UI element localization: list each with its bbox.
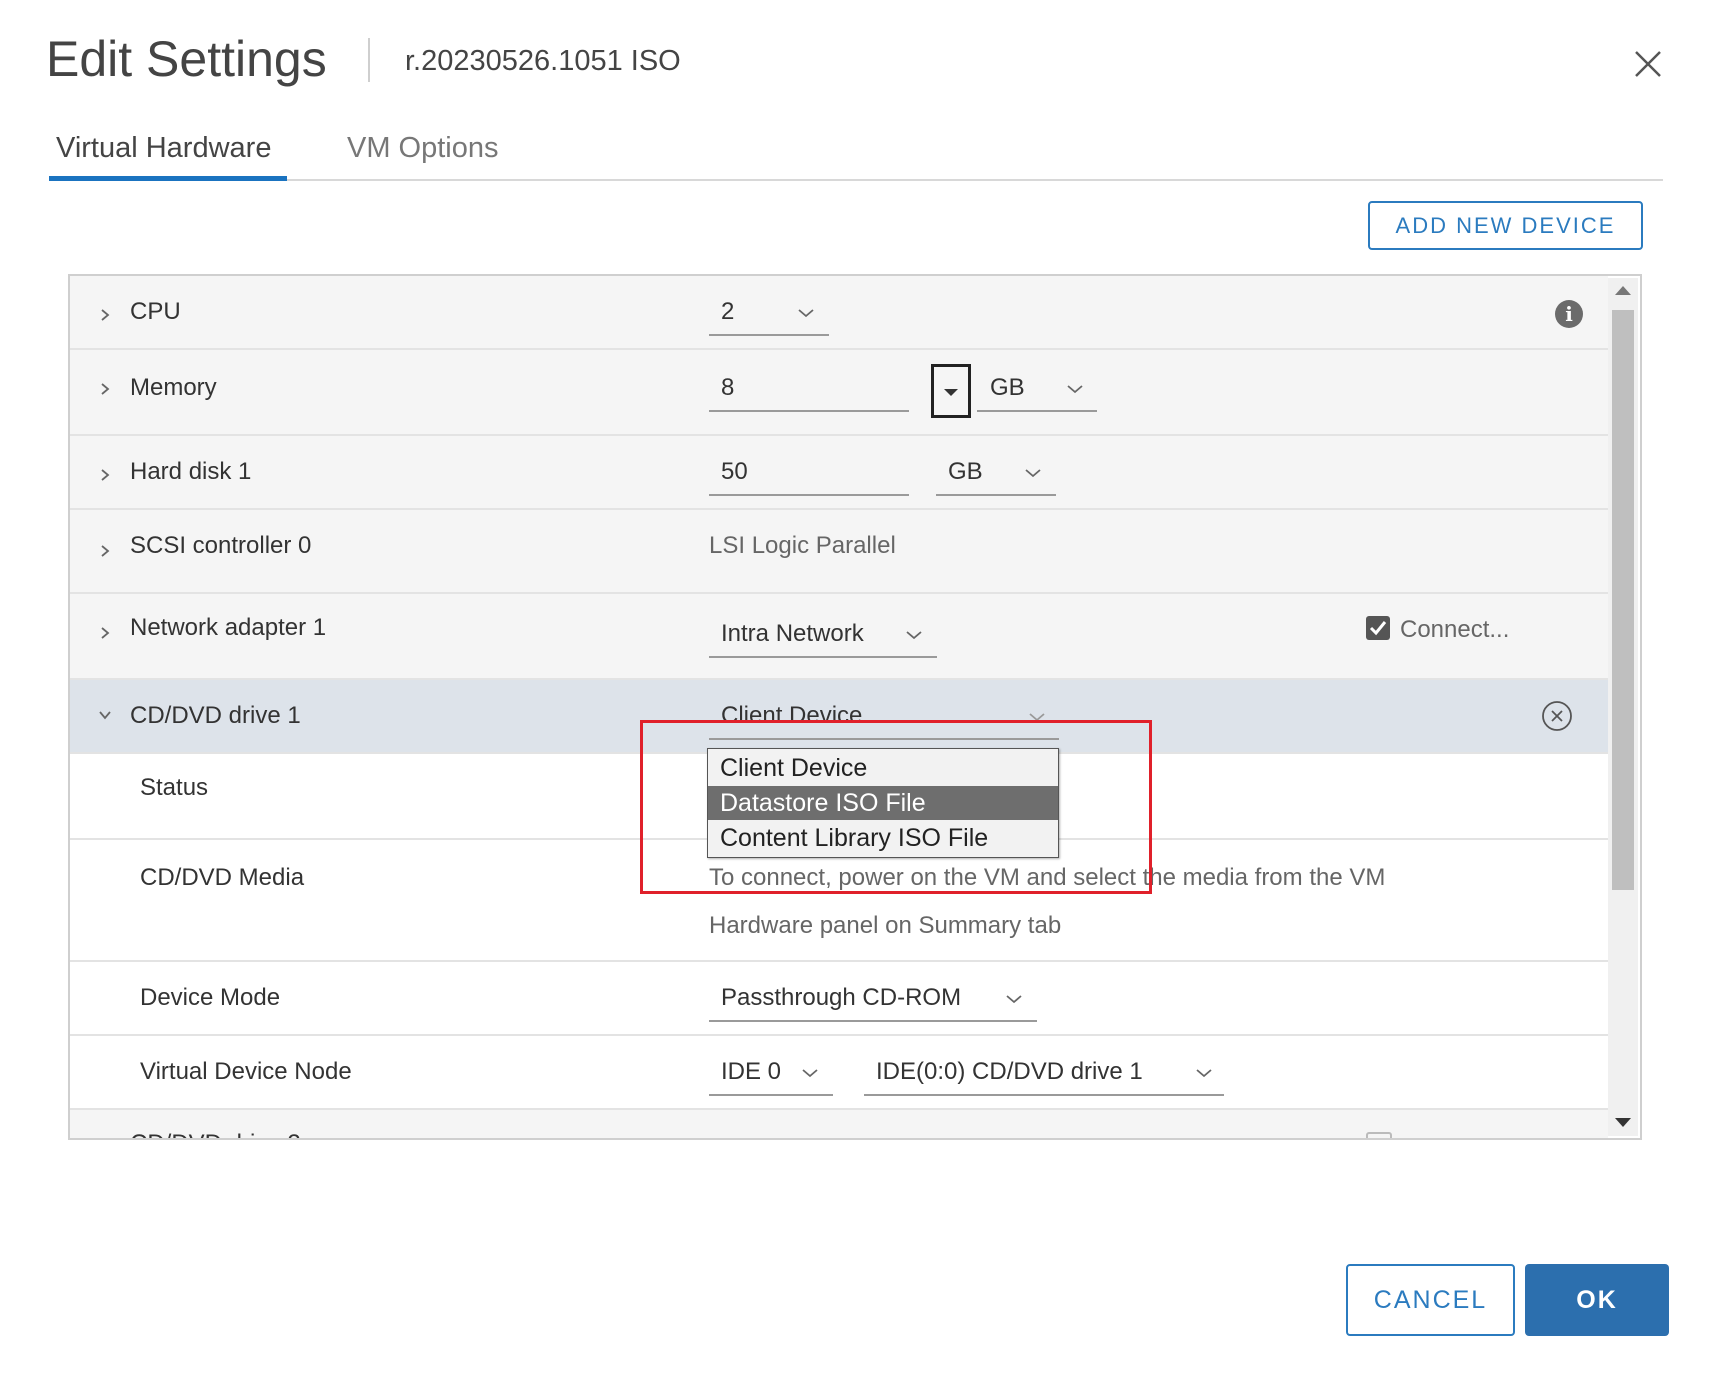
cdrom-type-select[interactable]: Client Device [721, 702, 862, 730]
scroll-down-arrow[interactable] [1615, 1118, 1631, 1127]
media-help-line1: To connect, power on the VM and select t… [709, 864, 1386, 891]
media-label: CD/DVD Media [140, 864, 305, 891]
media-help-line2: Hardware panel on Summary tab [709, 912, 1062, 939]
chevron-down-icon[interactable] [797, 308, 815, 318]
memory-spinner-button[interactable] [931, 364, 971, 418]
chevron-right-icon[interactable] [98, 626, 112, 640]
device-node-controller-select[interactable]: IDE 0 [721, 1058, 781, 1086]
chevron-down-icon[interactable] [1028, 712, 1046, 722]
info-icon[interactable]: i [1555, 300, 1583, 328]
cdrom-device-node-row: Virtual Device Node IDE 0 IDE(0:0) CD/DV… [70, 1036, 1608, 1110]
hardware-row-cpu[interactable]: CPU 2 [70, 276, 1608, 350]
chevron-down-icon[interactable] [1024, 468, 1042, 478]
tabs-divider [49, 179, 1663, 181]
cdrom-media-row: CD/DVD Media To connect, power on the VM… [70, 840, 1608, 962]
scroll-up-arrow[interactable] [1615, 286, 1631, 295]
network-label: Network adapter 1 [130, 614, 327, 641]
scsi-label: SCSI controller 0 [130, 532, 312, 559]
chevron-down-icon[interactable] [905, 630, 923, 640]
remove-device-icon[interactable] [1541, 700, 1573, 732]
memory-unit[interactable]: GB [990, 374, 1025, 402]
device-mode-select[interactable]: Passthrough CD-ROM [721, 984, 961, 1012]
cdrom-label: CD/DVD drive 1 [130, 702, 301, 729]
chevron-right-icon[interactable] [98, 308, 112, 322]
vm-name: r.20230526.1051 ISO [405, 45, 681, 77]
cdrom2-label: CD/DVD drive 2 [130, 1130, 301, 1138]
dropdown-option-datastore-iso[interactable]: Datastore ISO File [708, 786, 1058, 820]
hard-disk-label: Hard disk 1 [130, 458, 252, 485]
chevron-right-icon[interactable] [98, 1138, 112, 1140]
chevron-down-icon[interactable] [1005, 994, 1023, 1004]
cpu-value[interactable]: 2 [721, 298, 734, 326]
title-separator [368, 38, 370, 82]
hardware-row-memory[interactable]: Memory 8 GB [70, 350, 1608, 436]
chevron-down-icon[interactable] [1195, 1068, 1213, 1078]
connect-label: Connect... [1400, 616, 1510, 643]
chevron-down-icon[interactable] [801, 1068, 819, 1078]
chevron-right-icon[interactable] [98, 544, 112, 558]
cancel-button[interactable]: CANCEL [1346, 1264, 1515, 1336]
status-label: Status [140, 774, 209, 801]
cdrom2-connect-checkbox[interactable] [1366, 1132, 1392, 1138]
chevron-right-icon[interactable] [98, 468, 112, 482]
chevron-down-icon[interactable] [98, 708, 112, 722]
dropdown-option-content-library-iso[interactable]: Content Library ISO File [708, 821, 1058, 855]
dialog-title: Edit Settings [46, 31, 327, 87]
hard-disk-input[interactable]: 50 [721, 458, 748, 486]
tab-vm-options[interactable]: VM Options [347, 132, 499, 165]
cdrom-type-dropdown-list[interactable]: Client Device Datastore ISO File Content… [707, 748, 1059, 858]
device-node-label: Virtual Device Node [140, 1058, 352, 1085]
close-icon[interactable] [1628, 44, 1668, 84]
hardware-row-cdrom-2[interactable]: CD/DVD drive 2 [70, 1110, 1608, 1140]
ok-button[interactable]: OK [1525, 1264, 1669, 1336]
memory-input[interactable]: 8 [721, 374, 734, 402]
add-new-device-button[interactable]: ADD NEW DEVICE [1368, 201, 1643, 250]
cdrom-device-mode-row: Device Mode Passthrough CD-ROM [70, 962, 1608, 1036]
network-value[interactable]: Intra Network [721, 620, 864, 648]
scroll-thumb[interactable] [1612, 310, 1634, 890]
active-tab-indicator [49, 176, 287, 181]
hardware-row-network[interactable]: Network adapter 1 Intra Network Connect.… [70, 594, 1608, 680]
check-icon [1369, 621, 1387, 636]
hardware-row-hard-disk[interactable]: Hard disk 1 50 GB [70, 436, 1608, 510]
chevron-right-icon[interactable] [98, 382, 112, 396]
panel-scrollbar[interactable] [1608, 278, 1638, 1136]
tab-virtual-hardware[interactable]: Virtual Hardware [56, 132, 271, 165]
hard-disk-unit[interactable]: GB [948, 458, 983, 486]
scsi-value: LSI Logic Parallel [709, 532, 896, 559]
hardware-row-cdrom[interactable]: CD/DVD drive 1 Client Device [70, 680, 1608, 754]
cpu-label: CPU [130, 298, 181, 325]
memory-label: Memory [130, 374, 217, 401]
connect-checkbox[interactable] [1366, 616, 1390, 640]
dropdown-option-client-device[interactable]: Client Device [708, 751, 1058, 785]
chevron-down-icon[interactable] [1066, 384, 1084, 394]
device-mode-label: Device Mode [140, 984, 281, 1011]
hardware-row-scsi[interactable]: SCSI controller 0 LSI Logic Parallel [70, 510, 1608, 594]
hardware-panel: CPU 2 Memory 8 GB Hard disk 1 50 GB SCSI… [68, 274, 1642, 1140]
device-node-select[interactable]: IDE(0:0) CD/DVD drive 1 [876, 1058, 1143, 1086]
